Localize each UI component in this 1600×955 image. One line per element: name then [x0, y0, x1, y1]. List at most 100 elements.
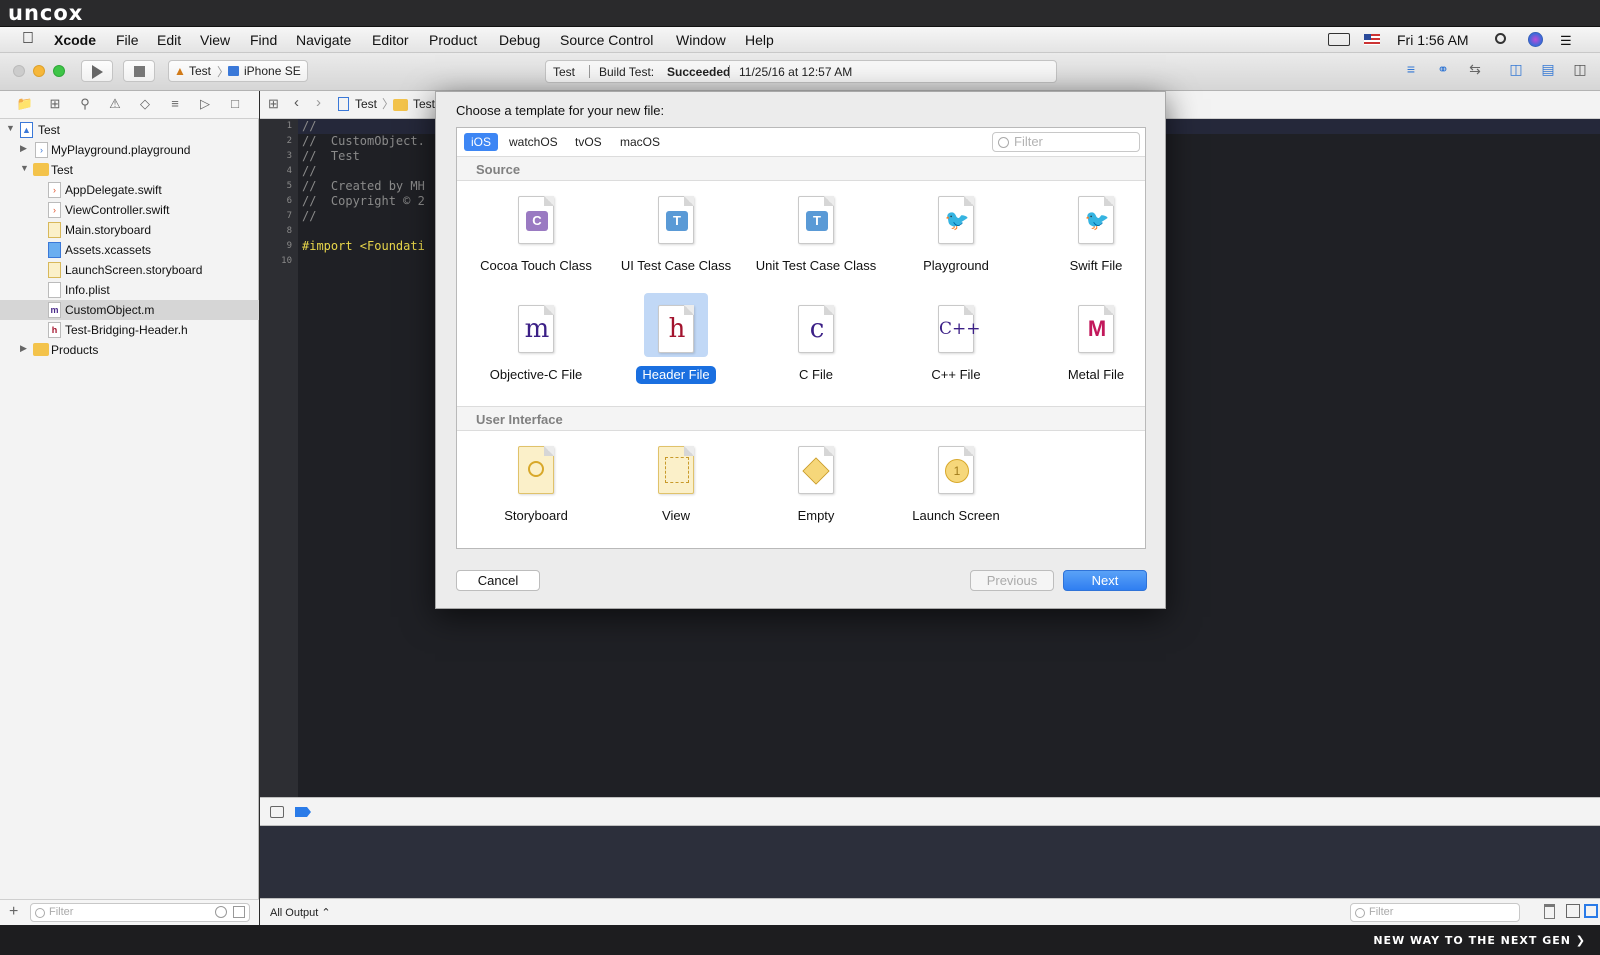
- menu-file[interactable]: File: [116, 32, 139, 48]
- standard-editor-icon[interactable]: ≡: [1399, 61, 1423, 81]
- tree-item-bridging-header[interactable]: h Test-Bridging-Header.h: [0, 320, 259, 340]
- run-button[interactable]: [81, 60, 113, 82]
- report-navigator-icon[interactable]: □: [226, 96, 244, 114]
- tree-item-info-plist[interactable]: Info.plist: [0, 280, 259, 300]
- tree-item-main-storyboard[interactable]: Main.storyboard: [0, 220, 259, 240]
- back-arrow-icon[interactable]: ‹: [294, 94, 299, 111]
- breakpoint-navigator-icon[interactable]: ▷: [196, 96, 214, 114]
- utilities-toggle-icon[interactable]: ◫: [1568, 61, 1592, 81]
- menu-editor[interactable]: Editor: [372, 32, 409, 48]
- disclosure-collapsed-icon[interactable]: ▶: [20, 143, 27, 154]
- minimize-window-button[interactable]: [33, 65, 45, 77]
- menu-debug[interactable]: Debug: [499, 32, 540, 48]
- tree-item-launchscreen[interactable]: LaunchScreen.storyboard: [0, 260, 259, 280]
- notification-center-icon[interactable]: ☰: [1560, 33, 1572, 49]
- version-editor-icon[interactable]: ⇆: [1463, 61, 1487, 81]
- ui-test-case-class-icon: T: [658, 196, 694, 244]
- template-metal-file[interactable]: M Metal File: [1035, 300, 1165, 396]
- menu-navigate[interactable]: Navigate: [296, 32, 351, 48]
- template-launch-screen[interactable]: 1 Launch Screen: [895, 441, 1025, 537]
- tree-item-playground[interactable]: ▶ › MyPlayground.playground: [0, 140, 259, 160]
- forward-arrow-icon[interactable]: ›: [316, 94, 321, 111]
- search-navigator-icon[interactable]: ⚲: [76, 96, 94, 114]
- stop-button[interactable]: [123, 60, 155, 82]
- tab-watchos[interactable]: watchOS: [502, 133, 565, 151]
- menu-view[interactable]: View: [200, 32, 230, 48]
- menu-product[interactable]: Product: [429, 32, 477, 48]
- console-filter-input[interactable]: Filter: [1350, 903, 1520, 922]
- project-navigator-icon[interactable]: 📁: [16, 96, 34, 114]
- variables-view-toggle-icon[interactable]: [1566, 904, 1580, 918]
- template-label: Launch Screen: [895, 507, 1017, 524]
- console-bottom-bar: All Output ⌃ Filter: [260, 898, 1600, 925]
- source-control-navigator-icon[interactable]: ⊞: [46, 96, 64, 114]
- tree-item-label: LaunchScreen.storyboard: [65, 263, 203, 277]
- tab-macos[interactable]: macOS: [613, 133, 667, 151]
- navigator-toggle-icon[interactable]: ◫: [1504, 61, 1528, 81]
- template-storyboard[interactable]: Storyboard: [475, 441, 605, 537]
- debug-navigator-icon[interactable]: ≡: [166, 96, 184, 114]
- scheme-selector[interactable]: ▲ Test 〉 iPhone SE: [168, 60, 308, 82]
- tree-item-appdelegate[interactable]: › AppDelegate.swift: [0, 180, 259, 200]
- template-filter-input[interactable]: Filter: [992, 132, 1140, 152]
- disclosure-collapsed-icon[interactable]: ▶: [20, 343, 27, 354]
- template-ui-test-case-class[interactable]: T UI Test Case Class: [615, 191, 745, 287]
- trash-icon[interactable]: [1544, 904, 1555, 919]
- breakpoints-toggle-icon[interactable]: [295, 807, 311, 817]
- breadcrumb-group[interactable]: Test: [413, 97, 435, 111]
- test-navigator-icon[interactable]: ◇: [136, 96, 154, 114]
- next-button[interactable]: Next: [1063, 570, 1147, 591]
- menu-app-name[interactable]: Xcode: [54, 32, 96, 48]
- cancel-button[interactable]: Cancel: [456, 570, 540, 591]
- previous-button[interactable]: Previous: [970, 570, 1054, 591]
- assistant-editor-icon[interactable]: ⚭: [1431, 61, 1455, 81]
- tree-item-products[interactable]: ▶ Products: [0, 340, 259, 360]
- disclosure-expanded-icon[interactable]: ▼: [6, 123, 15, 133]
- breadcrumb-project[interactable]: Test: [355, 97, 377, 111]
- template-swift-file[interactable]: 🐦 Swift File: [1035, 191, 1165, 287]
- template-objective-c-file[interactable]: m Objective-C File: [475, 300, 605, 396]
- tab-ios[interactable]: iOS: [464, 133, 499, 151]
- apple-icon[interactable]: : [22, 30, 34, 48]
- template-unit-test-case-class[interactable]: T Unit Test Case Class: [755, 191, 885, 287]
- tree-item-customobject[interactable]: m CustomObject.m: [0, 300, 259, 320]
- menu-window[interactable]: Window: [676, 32, 726, 48]
- show-changed-icon[interactable]: [233, 906, 245, 918]
- disclosure-expanded-icon[interactable]: ▼: [20, 163, 29, 173]
- output-selector[interactable]: All Output ⌃: [270, 906, 331, 919]
- tree-item-assets[interactable]: Assets.xcassets: [0, 240, 259, 260]
- template-cpp-file[interactable]: C++ C++ File: [895, 300, 1025, 396]
- menu-find[interactable]: Find: [250, 32, 277, 48]
- navigator-filter-input[interactable]: Filter: [30, 903, 250, 922]
- tree-item-group-test[interactable]: ▼ Test: [0, 160, 259, 180]
- template-cocoa-touch-class[interactable]: C Cocoa Touch Class: [475, 191, 605, 287]
- menu-clock[interactable]: Fri 1:56 AM: [1397, 32, 1469, 48]
- siri-icon[interactable]: [1528, 32, 1543, 47]
- template-label-text: Header File: [636, 366, 716, 384]
- template-label-text: View: [662, 508, 690, 523]
- template-view[interactable]: View: [615, 441, 745, 537]
- display-icon[interactable]: [1328, 33, 1350, 46]
- tab-tvos[interactable]: tvOS: [568, 133, 609, 151]
- close-window-button[interactable]: [13, 65, 25, 77]
- template-empty[interactable]: Empty: [755, 441, 885, 537]
- related-items-icon[interactable]: ⊞: [268, 96, 279, 112]
- template-c-file[interactable]: c C File: [755, 300, 885, 396]
- recent-files-icon[interactable]: [215, 906, 227, 918]
- spotlight-search-icon[interactable]: [1495, 33, 1506, 44]
- debug-area-toggle-icon[interactable]: ▤: [1536, 61, 1560, 81]
- menu-help[interactable]: Help: [745, 32, 774, 48]
- hide-debug-area-icon[interactable]: [270, 806, 284, 818]
- console-view-toggle-icon[interactable]: [1584, 904, 1598, 918]
- template-playground[interactable]: 🐦 Playground: [895, 191, 1025, 287]
- add-icon[interactable]: +: [9, 903, 18, 921]
- zoom-window-button[interactable]: [53, 65, 65, 77]
- tree-item-viewcontroller[interactable]: › ViewController.swift: [0, 200, 259, 220]
- menu-edit[interactable]: Edit: [157, 32, 181, 48]
- tree-item-project[interactable]: ▼ ▲ Test: [0, 120, 259, 140]
- menu-source-control[interactable]: Source Control: [560, 32, 653, 48]
- us-flag-icon[interactable]: [1364, 34, 1380, 45]
- issue-navigator-icon[interactable]: ⚠: [106, 96, 124, 114]
- template-header-file[interactable]: h Header File: [615, 293, 745, 389]
- console-output[interactable]: [260, 826, 1600, 898]
